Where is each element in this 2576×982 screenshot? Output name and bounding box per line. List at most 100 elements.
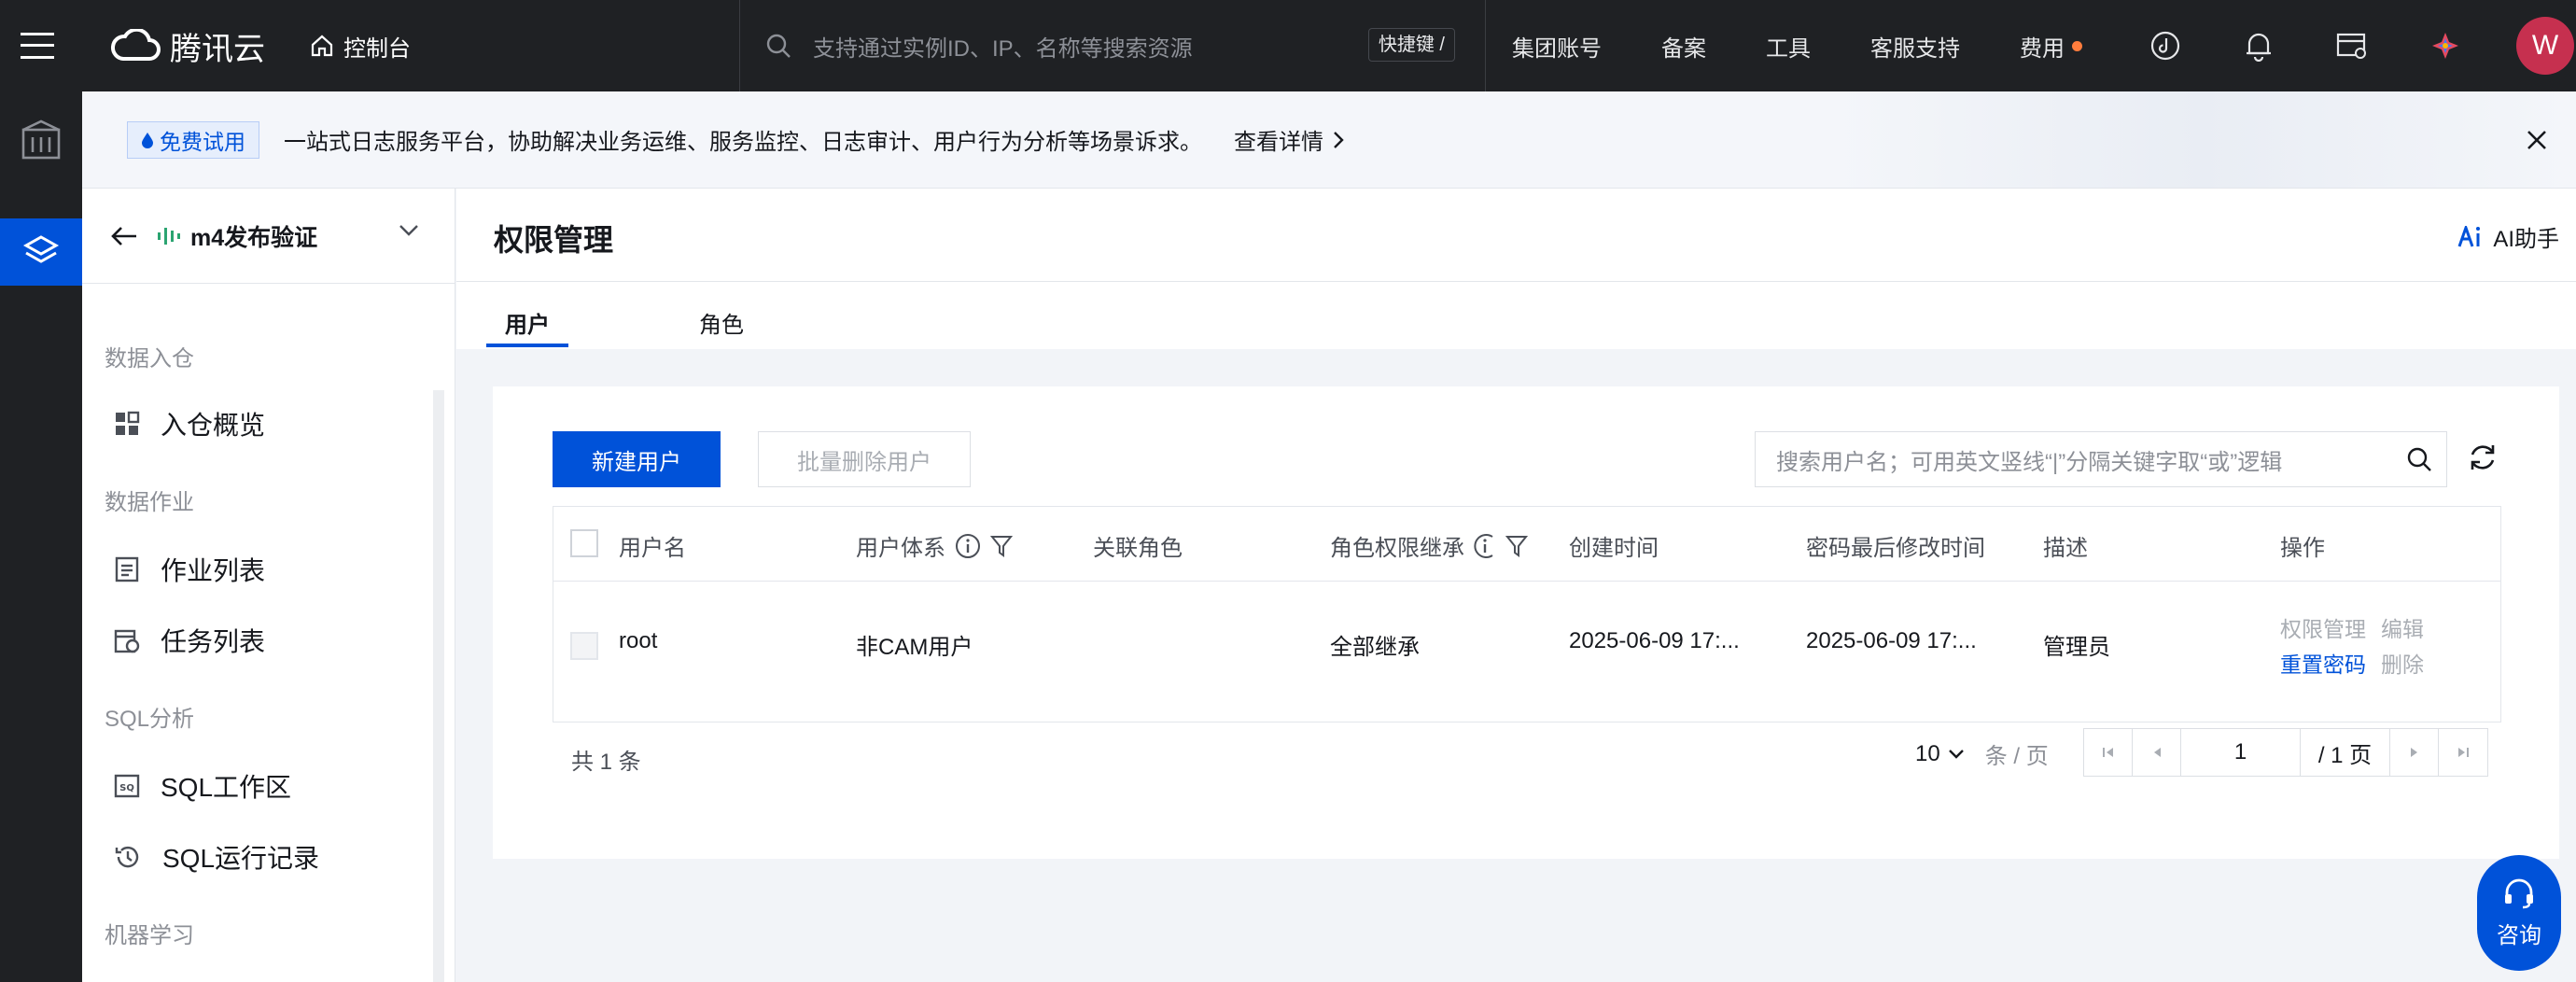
free-trial-badge[interactable]: 免费试用 [127,120,259,159]
tiktok-style-icon[interactable] [2147,27,2184,64]
col-username: 用户名 [619,536,686,561]
sidebar-item-label: 作业列表 [161,556,266,585]
pagination: 1 / 1 页 [2083,728,2488,777]
refresh-icon[interactable] [2466,441,2499,474]
layers-icon [22,235,60,263]
user-avatar[interactable]: W [2516,17,2574,75]
back-arrow-icon[interactable] [110,222,138,250]
nav-billing[interactable]: 费用 [2020,30,2082,63]
group-jobs: 数据作业 [105,490,194,515]
users-card: 新建用户 批量删除用户 搜索用户名；可用英文竖线“|”分隔关键字取“或”逻辑 用… [493,386,2559,859]
sidebar-item-label: SQL工作区 [161,773,292,802]
top-nav: 集团账号 备案 工具 客服支持 费用 [1512,0,2142,91]
console-link[interactable]: 控制台 [310,30,411,63]
nav-tools[interactable]: 工具 [1766,30,1811,63]
info-icon[interactable] [1474,533,1496,559]
tab-active-indicator [486,344,568,347]
perm-manage-link[interactable]: 权限管理 [2280,611,2366,643]
sidebar-scrollbar[interactable] [433,390,444,982]
sql-icon: SQ [114,774,140,798]
page-number-input[interactable]: 1 [2181,729,2301,776]
sidebar-item-sql-workspace[interactable]: SQ SQL工作区 [114,767,291,805]
nav-billing-label: 费用 [2020,35,2065,62]
tabs: 用户 角色 [456,282,2576,349]
sidebar-item-overview[interactable]: 入仓概览 [114,405,265,442]
col-created: 创建时间 [1569,536,1659,561]
search-icon [766,34,791,58]
user-search-input[interactable]: 搜索用户名；可用英文竖线“|”分隔关键字取“或”逻辑 [1755,431,2447,487]
document-list-icon [115,556,139,582]
nav-support[interactable]: 客服支持 [1870,30,1960,63]
history-icon [115,846,139,868]
app-logo-icon[interactable] [2427,27,2464,64]
col-desc: 描述 [2043,536,2088,561]
reset-password-link[interactable]: 重置密码 [2280,647,2366,679]
banner-text: 一站式日志服务平台，协助解决业务运维、服务监控、日志审计、用户行为分析等场景诉求… [284,130,1202,155]
consult-button[interactable]: 咨询 [2477,855,2561,971]
new-user-button[interactable]: 新建用户 [553,431,721,487]
next-page-icon[interactable] [2390,729,2439,776]
page-total: / 1 页 [2301,729,2390,776]
instance-selector[interactable]: m4发布验证 [157,219,317,253]
filter-icon[interactable] [1505,534,1528,558]
drop-icon [142,132,153,148]
users-table: 用户名 用户体系 关联角色 角色权限继承 创建时间 密码最后修改时间 描述 操作… [553,506,2501,722]
cell-desc: 管理员 [2043,635,2110,660]
ai-helper-button[interactable]: AI助手 [2457,220,2559,253]
sidebar-item-label: SQL运行记录 [162,844,320,873]
banner-details-link[interactable]: 查看详情 [1234,123,1344,156]
total-count: 共 1 条 [571,750,641,775]
grid-icon [116,411,140,435]
shortcut-badge[interactable]: 快捷键 / [1367,28,1455,62]
table-header: 用户名 用户体系 关联角色 角色权限继承 创建时间 密码最后修改时间 描述 操作 [553,507,2500,582]
col-user-system: 用户体系 [856,529,1013,562]
headset-icon [2505,878,2533,908]
edit-link[interactable]: 编辑 [2381,611,2424,643]
group-sql: SQL分析 [105,707,195,732]
building-icon [21,119,61,160]
row-checkbox[interactable] [570,632,598,660]
last-page-icon[interactable] [2439,729,2487,776]
task-schedule-icon [114,629,140,653]
chevron-down-icon[interactable] [399,224,419,237]
home-icon [311,35,333,57]
svg-text:SQ: SQ [119,783,134,793]
tab-roles[interactable]: 角色 [699,306,744,339]
first-page-icon[interactable] [2084,729,2133,776]
info-icon[interactable] [955,533,981,559]
brand-logo[interactable]: 腾讯云 [110,23,265,69]
page-size-select[interactable]: 10 条 / 页 [1915,737,2049,770]
cell-user-system: 非CAM用户 [856,635,973,660]
group-ingest: 数据入仓 [105,346,194,372]
user-search-placeholder: 搜索用户名；可用英文竖线“|”分隔关键字取“或”逻辑 [1776,449,2283,475]
global-search[interactable]: 支持通过实例ID、IP、名称等搜索资源 快捷键 / [739,0,1486,91]
filter-icon[interactable] [990,534,1013,558]
rail-layers[interactable] [0,218,82,286]
workorder-icon[interactable] [2333,27,2371,64]
nav-icp[interactable]: 备案 [1661,30,1706,63]
left-rail [0,91,82,982]
prev-page-icon[interactable] [2133,729,2181,776]
tab-users[interactable]: 用户 [505,306,550,339]
hamburger-menu-icon[interactable] [0,0,75,91]
cell-pwd-modified: 2025-06-09 17:... [1806,628,1977,653]
select-all-checkbox[interactable] [570,529,598,557]
col-pwd-modified: 密码最后修改时间 [1806,536,1985,561]
cell-inherit: 全部继承 [1330,635,1420,660]
billing-dot-icon [2072,40,2082,51]
promo-banner: 免费试用 一站式日志服务平台，协助解决业务运维、服务监控、日志审计、用户行为分析… [82,91,2576,189]
sidebar-item-task-list[interactable]: 任务列表 [114,622,265,659]
rail-dashboard[interactable] [0,106,82,174]
delete-link[interactable]: 删除 [2381,647,2424,679]
close-icon[interactable] [2520,123,2554,157]
bell-icon[interactable] [2240,27,2277,64]
nav-group-account[interactable]: 集团账号 [1512,30,1602,63]
sidebar-item-sql-history[interactable]: SQL运行记录 [114,838,319,876]
cell-created: 2025-06-09 17:... [1569,628,1740,653]
instance-header: m4发布验证 [82,189,455,284]
search-icon[interactable] [2405,445,2433,473]
page-size-value: 10 [1915,740,1940,766]
batch-delete-button[interactable]: 批量删除用户 [758,431,971,487]
sidebar-item-job-list[interactable]: 作业列表 [114,551,265,588]
chevron-right-icon [1334,131,1344,148]
